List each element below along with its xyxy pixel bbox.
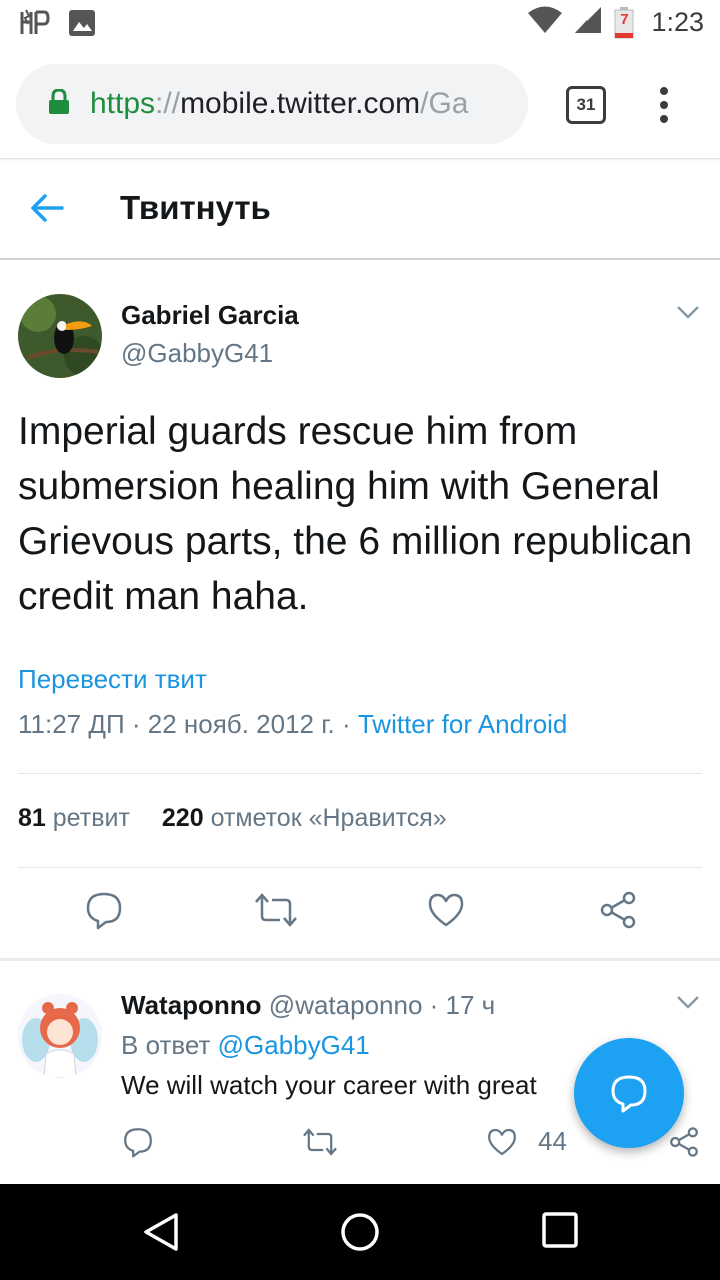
reply-age: 17 ч xyxy=(445,990,496,1020)
reply-author-name[interactable]: Wataponno xyxy=(121,990,262,1020)
retweets-stat[interactable]: 81 ретвит xyxy=(18,804,130,832)
reply-prefix: В ответ xyxy=(121,1030,218,1060)
page-title: Твитнуть xyxy=(120,189,271,226)
wifi-icon xyxy=(527,6,563,39)
compose-tweet-button[interactable] xyxy=(574,1038,684,1148)
share-icon[interactable] xyxy=(598,890,638,935)
tweet-text: Imperial guards rescue him from submersi… xyxy=(18,410,693,618)
image-icon xyxy=(68,9,96,42)
reply-text: We will watch your career with great xyxy=(121,1070,537,1100)
reply-mention-link[interactable]: @GabbyG41 xyxy=(218,1030,370,1060)
share-icon[interactable] xyxy=(668,1126,700,1163)
battery-level-label: 7 xyxy=(620,10,629,28)
cell-signal-icon xyxy=(573,6,603,39)
nav-home-icon[interactable] xyxy=(340,1212,380,1257)
reply-avatar[interactable] xyxy=(18,994,102,1078)
clock-time: 1:23 xyxy=(651,7,704,37)
like-count: 220 xyxy=(161,804,204,832)
chat-bubble-icon xyxy=(611,1075,647,1113)
lock-icon xyxy=(48,87,70,120)
url-host: mobile.twitter.com xyxy=(180,87,421,120)
reply-icon[interactable] xyxy=(84,890,124,935)
status-bar: 7 1:23 xyxy=(0,0,720,48)
reply-like-count: 44 xyxy=(538,1126,567,1156)
meta-separator: · xyxy=(334,709,358,739)
tweet-actions xyxy=(0,890,720,940)
heart-icon[interactable] xyxy=(426,890,466,935)
retweet-icon[interactable] xyxy=(302,1126,338,1163)
toucan-avatar-icon xyxy=(18,294,102,378)
reply-header: Wataponno @wataponno · 17 ч xyxy=(121,990,495,1021)
likes-stat[interactable]: 220 отметок «Нравится» xyxy=(162,804,447,832)
translate-tweet-link[interactable]: Перевести твит xyxy=(18,664,207,695)
more-vertical-icon xyxy=(660,87,668,123)
nav-back-icon[interactable] xyxy=(142,1212,180,1257)
like-label: отметок «Нравится» xyxy=(210,804,447,832)
tweet-date: 22 нояб. 2012 г. xyxy=(147,709,335,739)
tab-count: 31 xyxy=(576,95,596,114)
url-bar[interactable]: https://mobile.twitter.com/Ga xyxy=(16,64,528,144)
browser-toolbar: https://mobile.twitter.com/Ga 31 xyxy=(0,48,720,160)
chevron-down-icon[interactable] xyxy=(676,304,700,325)
url-separator: :// xyxy=(155,87,181,120)
reply-context: В ответ @GabbyG41 xyxy=(121,1030,370,1061)
back-arrow-icon[interactable] xyxy=(30,193,64,228)
retweet-icon[interactable] xyxy=(254,890,298,935)
chevron-down-icon[interactable] xyxy=(676,994,700,1015)
reply-age-separator: · xyxy=(422,990,446,1020)
divider xyxy=(18,867,702,868)
divider xyxy=(18,773,702,774)
retweet-count: 81 xyxy=(18,804,46,832)
page-header: Твитнуть xyxy=(0,161,720,260)
nav-recents-icon[interactable] xyxy=(542,1212,578,1253)
overflow-menu-button[interactable] xyxy=(652,86,676,129)
avatar[interactable] xyxy=(18,294,102,378)
url-text[interactable]: https://mobile.twitter.com/Ga xyxy=(90,87,469,121)
reply-author-handle[interactable]: @wataponno xyxy=(269,990,423,1020)
tweet-meta: 11:27 ДП · 22 нояб. 2012 г. · Twitter fo… xyxy=(18,709,567,740)
heart-icon[interactable] xyxy=(486,1126,518,1163)
reply-icon[interactable] xyxy=(122,1126,154,1163)
author-handle[interactable]: @GabbyG41 xyxy=(121,338,273,369)
author-name[interactable]: Gabriel Garcia xyxy=(121,300,299,331)
tweet-time: 11:27 ДП xyxy=(18,709,125,739)
url-scheme: https xyxy=(90,87,156,120)
anime-girl-avatar-icon xyxy=(18,994,102,1078)
retweet-label: ретвит xyxy=(52,804,130,832)
harry-potter-glyph-icon xyxy=(18,8,50,43)
battery-low-icon: 7 xyxy=(613,6,635,39)
meta-separator: · xyxy=(124,709,148,739)
tweet-source-link[interactable]: Twitter for Android xyxy=(358,709,568,739)
tab-switcher-button[interactable]: 31 xyxy=(566,86,606,124)
url-path: /Ga xyxy=(420,87,469,120)
system-navigation-bar xyxy=(0,1184,720,1280)
tweet-stats: 81 ретвит 220 отметок «Нравится» xyxy=(18,804,447,833)
section-separator xyxy=(0,958,720,961)
